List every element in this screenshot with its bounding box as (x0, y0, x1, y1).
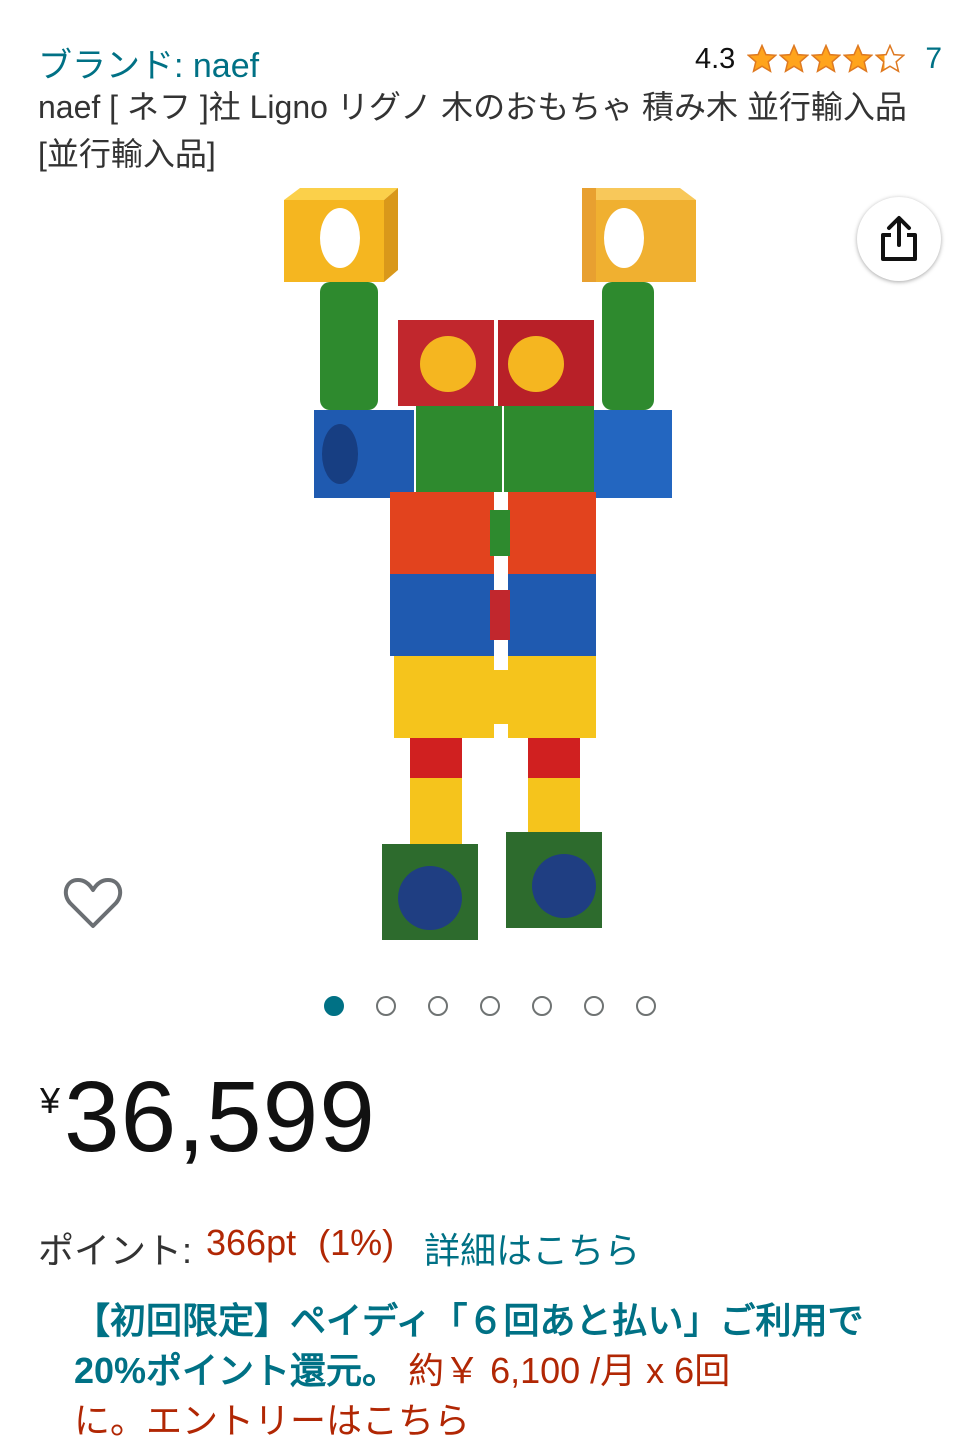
rating-value: 4.3 (694, 42, 736, 75)
price-amount: 36,599 (64, 1061, 376, 1173)
star-icon (875, 44, 906, 73)
carousel-dots (0, 996, 980, 1016)
carousel-dot[interactable] (376, 996, 396, 1016)
share-icon (881, 216, 917, 261)
star-icon (779, 44, 810, 73)
heart-icon (63, 878, 123, 928)
carousel-dot[interactable] (636, 996, 656, 1016)
points-detail-link[interactable]: 詳細はこちら (424, 1222, 640, 1274)
promo-monthly: 約￥ 6,100 /月 x 6回 (408, 1350, 731, 1391)
share-button[interactable] (857, 197, 941, 281)
carousel-dot[interactable] (532, 996, 552, 1016)
brand-link[interactable]: ブランド: naef (38, 38, 259, 87)
promo-banner[interactable]: 【初回限定】ペイディ「６回あと払い」ご利用で20%ポイント還元。 約￥ 6,10… (74, 1296, 924, 1446)
product-title: naef [ ネフ ]社 Ligno リグノ 木のおもちゃ 積み木 並行輸入品 … (38, 89, 907, 172)
carousel-dot[interactable] (324, 996, 344, 1016)
rating[interactable]: 4.3 7 (695, 42, 942, 76)
carousel-dot[interactable] (480, 996, 500, 1016)
points-row: ポイント: 366pt (1%) 詳細はこちら (38, 1222, 640, 1274)
star-icon (811, 44, 842, 73)
rating-stars (747, 44, 907, 74)
star-icon (747, 44, 778, 73)
points-label: ポイント: (38, 1230, 193, 1271)
product-image[interactable] (270, 180, 710, 960)
carousel-dot[interactable] (428, 996, 448, 1016)
carousel-dot[interactable] (584, 996, 604, 1016)
rating-count[interactable]: 7 (925, 42, 942, 76)
points-percent: (1%) (318, 1222, 395, 1263)
price-currency-symbol: ¥ (40, 1080, 61, 1121)
price: ¥ 36,599 (40, 1062, 376, 1172)
star-icon (843, 44, 874, 73)
points-value: 366pt (206, 1222, 297, 1263)
favorite-button[interactable] (62, 872, 124, 934)
